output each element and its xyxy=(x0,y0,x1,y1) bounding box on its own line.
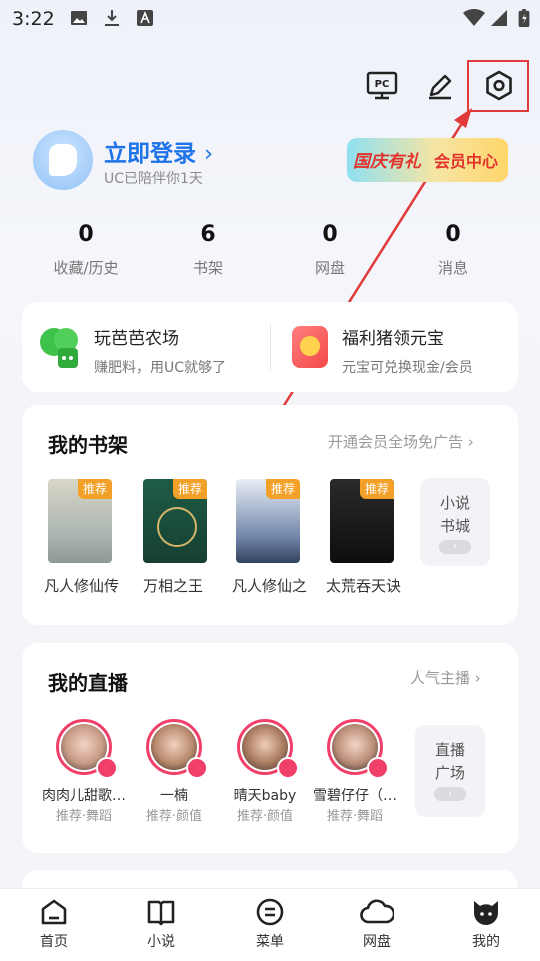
live-card: 我的直播 人气主播 › 肉肉儿甜歌… 推荐·舞蹈 一楠 推荐·颜值 晴天baby… xyxy=(22,643,518,853)
avatar[interactable] xyxy=(33,130,93,190)
bottom-tab-bar: 首页 小说 菜单 网盘 我的 xyxy=(0,888,540,961)
chevron-right-icon: › xyxy=(439,540,471,554)
live-badge-icon xyxy=(186,757,208,779)
recommend-tag: 推荐 xyxy=(173,479,207,499)
live-plaza-line1: 直播 xyxy=(434,741,465,759)
promo-card: 玩芭芭农场 赚肥料，用UC就够了 福利猪领元宝 元宝可兑换现金/会员 xyxy=(22,302,518,392)
vip-center-label: 会员中心 xyxy=(434,152,499,171)
live-host[interactable]: 肉肉儿甜歌… 推荐·舞蹈 xyxy=(36,719,132,824)
host-name: 一楠 xyxy=(160,788,188,804)
promo-farm-title: 玩芭芭农场 xyxy=(94,329,179,349)
live-title: 我的直播 xyxy=(48,671,128,695)
book-title: 凡人修仙传 xyxy=(44,577,120,595)
book-cover[interactable]: 推荐 xyxy=(236,479,300,563)
host-name: 肉肉儿甜歌… xyxy=(42,788,126,804)
stat-value: 6 xyxy=(200,222,216,247)
recommend-tag: 推荐 xyxy=(78,479,112,499)
live-host[interactable]: 雪碧仔仔（… 推荐·舞蹈 xyxy=(307,719,403,824)
tab-mine[interactable]: 我的 xyxy=(456,897,516,951)
menu-icon xyxy=(240,897,300,927)
live-host[interactable]: 晴天baby 推荐·颜值 xyxy=(217,719,313,824)
stat-cloud-drive[interactable]: 0 网盘 xyxy=(275,222,385,278)
tab-label: 小说 xyxy=(147,934,175,950)
stat-label: 网盘 xyxy=(314,259,345,277)
login-label: 立即登录 xyxy=(104,141,196,167)
popular-hosts-link[interactable]: 人气主播 › xyxy=(410,667,481,688)
popular-hosts-label: 人气主播 xyxy=(410,669,471,687)
live-badge-icon xyxy=(367,757,389,779)
stat-favorites[interactable]: 0 收藏/历史 xyxy=(31,222,141,278)
cloud-icon xyxy=(347,897,407,927)
promo-pig-link[interactable]: 福利猪领元宝 元宝可兑换现金/会员 xyxy=(342,324,473,377)
stat-value: 0 xyxy=(445,222,461,247)
book-cover[interactable]: 推荐 xyxy=(48,479,112,563)
promo-pig-title: 福利猪领元宝 xyxy=(342,329,444,349)
tab-label: 首页 xyxy=(40,934,68,950)
host-name: 晴天baby xyxy=(233,788,297,804)
live-badge-icon xyxy=(277,757,299,779)
host-category: 推荐·颜值 xyxy=(145,809,203,824)
promo-farm-subtitle: 赚肥料，用UC就够了 xyxy=(94,360,227,376)
chevron-right-icon: › xyxy=(474,669,481,687)
home-icon xyxy=(24,897,84,927)
bookshelf-title: 我的书架 xyxy=(48,433,128,457)
stat-label: 收藏/历史 xyxy=(53,259,119,277)
tab-menu[interactable]: 菜单 xyxy=(240,897,300,951)
recommend-tag: 推荐 xyxy=(360,479,394,499)
tab-home[interactable]: 首页 xyxy=(24,897,84,951)
tab-novel[interactable]: 小说 xyxy=(131,897,191,951)
chevron-right-icon: › xyxy=(434,787,466,801)
tab-label: 网盘 xyxy=(363,934,391,950)
book-title: 凡人修仙之 xyxy=(232,577,308,595)
host-category: 推荐·舞蹈 xyxy=(55,809,113,824)
tab-cloud-drive[interactable]: 网盘 xyxy=(347,897,407,951)
tab-label: 我的 xyxy=(472,934,500,950)
live-plaza-line2: 广场 xyxy=(434,764,465,782)
host-category: 推荐·颜值 xyxy=(236,809,294,824)
recommend-tag: 推荐 xyxy=(266,479,300,499)
vip-center-banner[interactable]: 国庆有礼 会员中心 xyxy=(347,138,508,182)
novel-store-line1: 小说 xyxy=(439,494,470,512)
stat-bookshelf[interactable]: 6 书架 xyxy=(153,222,263,278)
bookshelf-link-label: 开通会员全场免广告 xyxy=(328,433,464,451)
book-cover[interactable]: 推荐 xyxy=(330,479,394,563)
stat-messages[interactable]: 0 消息 xyxy=(398,222,508,278)
novel-store-button[interactable]: 小说 书城 › xyxy=(420,478,490,566)
chevron-right-icon: › xyxy=(204,141,214,167)
stat-label: 消息 xyxy=(437,259,468,277)
promo-pig-subtitle: 元宝可兑换现金/会员 xyxy=(342,360,473,376)
live-host[interactable]: 一楠 推荐·颜值 xyxy=(126,719,222,824)
novel-store-line2: 书城 xyxy=(439,517,470,535)
stat-value: 0 xyxy=(322,222,338,247)
promo-farm-link[interactable]: 玩芭芭农场 赚肥料，用UC就够了 xyxy=(94,324,226,377)
profile-icon xyxy=(456,897,516,927)
live-badge-icon xyxy=(96,757,118,779)
bookshelf-card: 我的书架 开通会员全场免广告 › 推荐 凡人修仙传 推荐 万相之王 推荐 凡人修… xyxy=(22,405,518,625)
profile-subtitle: UC已陪伴你1天 xyxy=(104,171,203,187)
book-title: 万相之王 xyxy=(143,577,204,595)
stat-label: 书架 xyxy=(192,259,223,277)
chevron-right-icon: › xyxy=(467,433,474,451)
book-title: 太荒吞天诀 xyxy=(326,577,402,595)
host-name: 雪碧仔仔（… xyxy=(313,788,397,804)
stat-value: 0 xyxy=(78,222,94,247)
piggy-bank-icon[interactable] xyxy=(292,326,328,368)
login-link[interactable]: 立即登录 › xyxy=(104,134,213,168)
host-category: 推荐·舞蹈 xyxy=(326,809,384,824)
book-cover[interactable]: 推荐 xyxy=(143,479,207,563)
live-plaza-button[interactable]: 直播 广场 › xyxy=(415,725,485,817)
farm-tree-icon[interactable] xyxy=(38,324,86,372)
vip-promo-label: 国庆有礼 xyxy=(353,152,421,172)
tab-label: 菜单 xyxy=(256,934,284,950)
book-icon xyxy=(131,897,191,927)
bookshelf-vip-link[interactable]: 开通会员全场免广告 › xyxy=(328,431,474,452)
